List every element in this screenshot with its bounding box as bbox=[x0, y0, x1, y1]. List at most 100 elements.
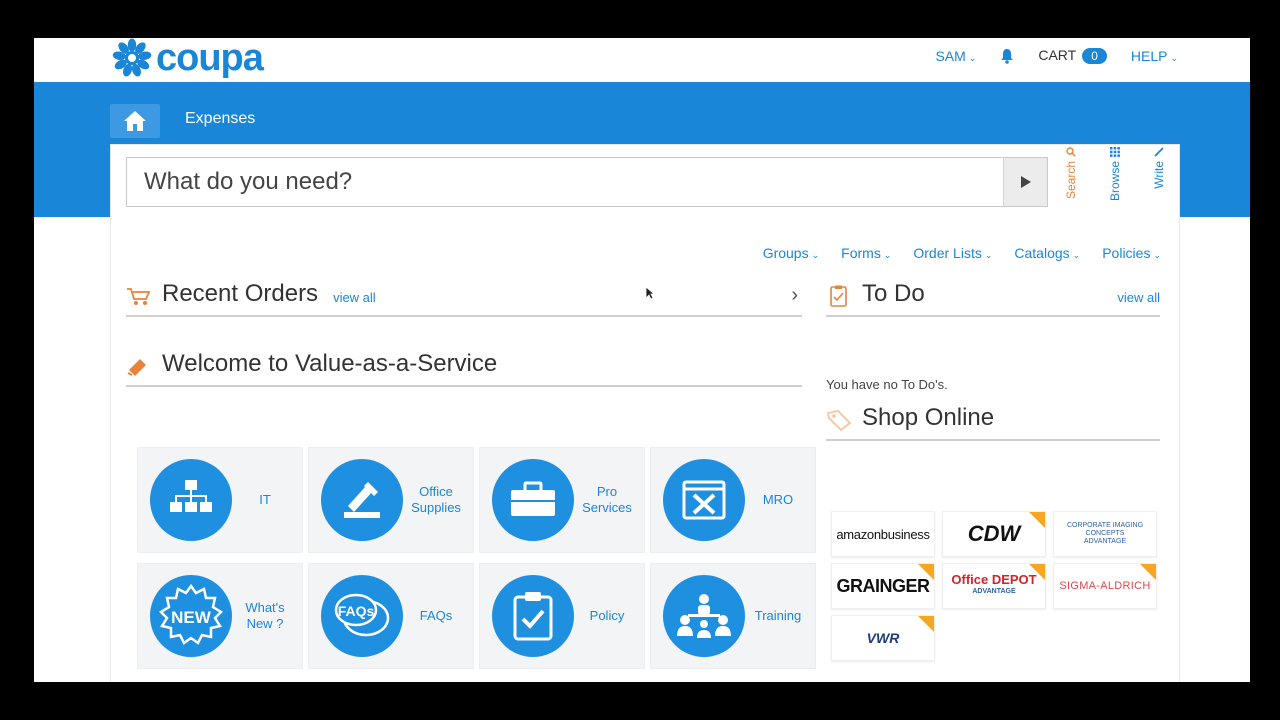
coupa-flower-icon bbox=[112, 38, 152, 77]
store-corner-flag bbox=[918, 616, 934, 632]
todo-empty-message: You have no To Do's. bbox=[826, 377, 948, 392]
store-amazon-business[interactable]: amazonbusiness bbox=[831, 511, 935, 557]
tile-mro[interactable]: MRO bbox=[650, 447, 816, 553]
subnav-groups-label: Groups bbox=[762, 245, 809, 261]
clipboard-icon bbox=[830, 285, 847, 307]
store-corporate-imaging[interactable]: CORPORATE IMAGING CONCEPTS ADVANTAGE bbox=[1053, 511, 1157, 557]
tile-policy[interactable]: Policy bbox=[479, 563, 645, 669]
top-header: coupa SAM ⌄ CART 0 HELP ⌄ bbox=[34, 38, 1250, 82]
chevron-down-icon: ⌄ bbox=[968, 52, 977, 63]
tile-it[interactable]: IT bbox=[137, 447, 303, 553]
store-ci-label: CORPORATE IMAGING CONCEPTS bbox=[1066, 522, 1144, 537]
tile-it-label: IT bbox=[259, 492, 271, 507]
briefcase-icon bbox=[492, 459, 574, 541]
store-od-sub: ADVANTAGE bbox=[972, 588, 1016, 595]
pencil-icon bbox=[1154, 147, 1164, 157]
subnav-policies[interactable]: Policies ⌄ bbox=[1102, 245, 1161, 261]
side-tab-browse[interactable]: Browse bbox=[1102, 147, 1128, 215]
todo-title: To Do bbox=[862, 280, 925, 307]
help-label: HELP bbox=[1130, 47, 1168, 64]
chevron-down-icon: ⌄ bbox=[1170, 52, 1178, 63]
subnav-order-lists[interactable]: Order Lists ⌄ bbox=[913, 245, 992, 261]
tile-training-label: Training bbox=[754, 608, 802, 623]
tile-faqs[interactable]: FAQs FAQs bbox=[308, 563, 474, 669]
training-icon bbox=[663, 575, 745, 657]
chevron-right-icon[interactable]: › bbox=[791, 284, 798, 307]
store-cdw[interactable]: CDW bbox=[942, 511, 1046, 557]
tools-icon bbox=[663, 459, 745, 541]
shop-online-section: Shop Online bbox=[826, 401, 1160, 441]
store-sigma-aldrich[interactable]: SIGMA-ALDRICH bbox=[1053, 563, 1157, 609]
search-input[interactable] bbox=[127, 158, 997, 206]
new-badge-icon: NEW bbox=[150, 575, 232, 657]
chevron-down-icon: ⌄ bbox=[984, 250, 993, 260]
main-panel: Search Browse Write Groups⌄ Forms⌄ Order… bbox=[110, 144, 1180, 682]
recent-orders-section: Recent Orders view all › bbox=[126, 277, 802, 317]
todo-section: To Do view all bbox=[826, 277, 1160, 317]
welcome-title: Welcome to Value-as-a-Service bbox=[162, 350, 498, 377]
tab-expenses[interactable]: Expenses bbox=[185, 110, 255, 128]
store-vwr-label: VWR bbox=[866, 630, 900, 646]
tile-office-supplies-label: Office Supplies bbox=[411, 484, 461, 515]
store-corner-flag bbox=[1140, 564, 1156, 580]
store-grainger[interactable]: GRAINGER bbox=[831, 563, 935, 609]
store-od-block: Office DEPOT ADVANTAGE bbox=[951, 572, 1037, 598]
search-box bbox=[126, 157, 1048, 207]
store-corner-flag bbox=[918, 564, 934, 580]
subnav-forms-label: Forms bbox=[841, 245, 881, 261]
recent-orders-view-all-link[interactable]: view all bbox=[333, 290, 376, 305]
search-submit-button[interactable] bbox=[1003, 158, 1047, 206]
store-ci-sub: ADVANTAGE bbox=[1083, 538, 1127, 545]
coupa-logo[interactable]: coupa bbox=[110, 38, 264, 79]
help-menu[interactable]: HELP ⌄ bbox=[1131, 48, 1178, 64]
tile-faqs-label: FAQs bbox=[419, 608, 453, 623]
price-tag-icon bbox=[826, 410, 852, 431]
tile-pro-services[interactable]: Pro Services bbox=[479, 447, 645, 553]
tile-whats-new[interactable]: NEW What's New ? bbox=[137, 563, 303, 669]
subnav-groups[interactable]: Groups ⌄ bbox=[763, 245, 819, 261]
shopping-cart-icon bbox=[127, 288, 151, 305]
bell-icon[interactable] bbox=[1000, 48, 1014, 64]
store-cdw-label: CDW bbox=[967, 521, 1021, 546]
todo-view-all-link[interactable]: view all bbox=[1117, 290, 1160, 305]
store-corner-flag bbox=[1029, 564, 1045, 580]
welcome-section: Welcome to Value-as-a-Service bbox=[126, 347, 802, 387]
side-tab-write[interactable]: Write bbox=[1146, 147, 1172, 215]
tile-whats-new-label: What's New ? bbox=[245, 600, 285, 631]
sub-nav: Groups ⌄ Forms ⌄ Order Lists ⌄ Catalogs ⌄ Po… bbox=[763, 245, 1161, 261]
store-vwr[interactable]: VWR bbox=[831, 615, 935, 661]
side-tab-search-label: Search bbox=[1064, 161, 1078, 200]
subnav-catalogs-label: Catalogs bbox=[1014, 245, 1070, 261]
subnav-policies-label: Policies bbox=[1102, 245, 1151, 261]
user-name: SAM bbox=[935, 47, 966, 64]
side-tab-write-label: Write bbox=[1152, 161, 1166, 189]
store-od-label: Office DEPOT bbox=[951, 572, 1037, 587]
chevron-down-icon: ⌄ bbox=[1153, 250, 1161, 260]
side-tab-browse-label: Browse bbox=[1108, 161, 1122, 202]
chevron-down-icon: ⌄ bbox=[1072, 250, 1081, 260]
subnav-forms[interactable]: Forms ⌄ bbox=[841, 245, 891, 261]
top-nav: SAM ⌄ CART 0 HELP ⌄ bbox=[935, 47, 1178, 64]
mouse-cursor-icon bbox=[645, 286, 655, 300]
pencil-paper-icon bbox=[321, 459, 403, 541]
faq-bubbles-icon: FAQs bbox=[321, 575, 403, 657]
store-corner-flag bbox=[1029, 512, 1045, 528]
cart-button[interactable]: CART 0 bbox=[1038, 47, 1107, 64]
play-arrow-icon bbox=[1020, 176, 1031, 188]
tile-mro-label: MRO bbox=[762, 492, 794, 507]
side-tab-search[interactable]: Search bbox=[1058, 147, 1084, 215]
tile-training[interactable]: Training bbox=[650, 563, 816, 669]
app-window: coupa SAM ⌄ CART 0 HELP ⌄ Expenses What … bbox=[34, 38, 1250, 682]
tile-office-supplies[interactable]: Office Supplies bbox=[308, 447, 474, 553]
store-ci-block: CORPORATE IMAGING CONCEPTS ADVANTAGE bbox=[1054, 522, 1156, 546]
store-sigma-label: SIGMA-ALDRICH bbox=[1059, 580, 1151, 592]
chevron-down-icon: ⌄ bbox=[811, 250, 820, 260]
logo-text: coupa bbox=[156, 38, 264, 79]
subnav-catalogs[interactable]: Catalogs ⌄ bbox=[1014, 245, 1080, 261]
store-office-depot[interactable]: Office DEPOT ADVANTAGE bbox=[942, 563, 1046, 609]
user-menu[interactable]: SAM ⌄ bbox=[935, 48, 976, 64]
subnav-order-lists-label: Order Lists bbox=[913, 245, 982, 261]
home-icon bbox=[124, 111, 146, 131]
home-tab[interactable] bbox=[110, 104, 160, 138]
svg-text:FAQs: FAQs bbox=[338, 603, 375, 619]
